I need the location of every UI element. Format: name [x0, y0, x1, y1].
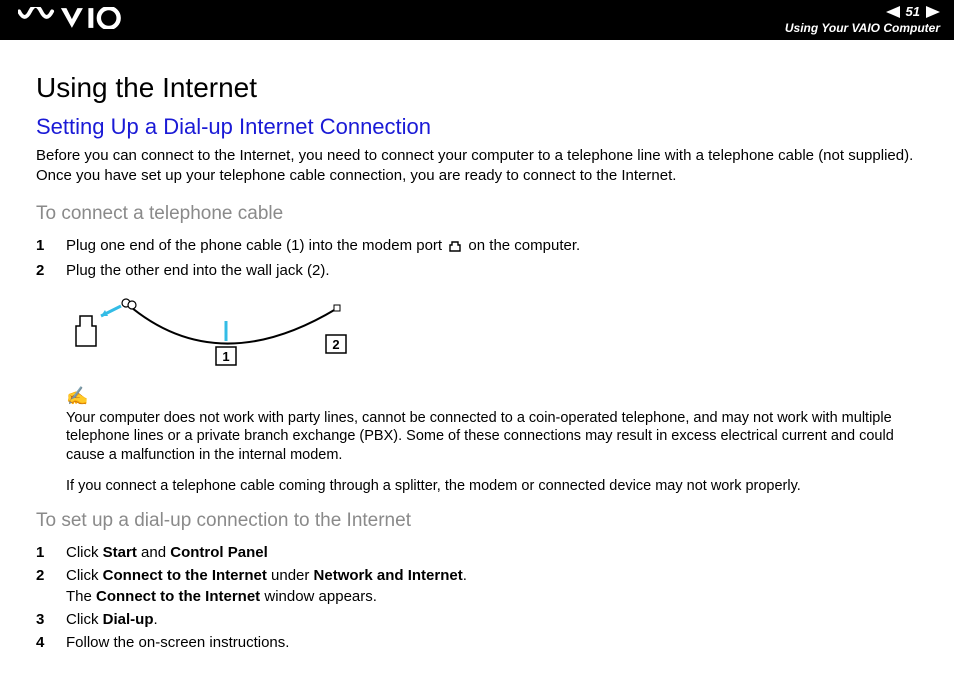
- note-block: ✍ Your computer does not work with party…: [66, 386, 918, 496]
- list-item: 1 Plug one end of the phone cable (1) in…: [36, 235, 918, 258]
- procedure-2-steps: 1 Click Start and Control Panel 2 Click …: [36, 542, 918, 653]
- header-bar: 51 Using Your VAIO Computer: [0, 0, 954, 40]
- intro-paragraph: Before you can connect to the Internet, …: [36, 146, 918, 187]
- diagram-label-1: 1: [222, 349, 229, 364]
- section-title: Using Your VAIO Computer: [785, 22, 940, 35]
- list-item: 2 Click Connect to the Internet under Ne…: [36, 565, 918, 607]
- diagram-label-2: 2: [332, 337, 339, 352]
- page-content: Using the Internet Setting Up a Dial-up …: [0, 40, 954, 683]
- header-right: 51 Using Your VAIO Computer: [785, 5, 940, 34]
- page-nav: 51: [886, 5, 940, 19]
- step-number: 1: [36, 542, 66, 563]
- step-number: 2: [36, 260, 66, 281]
- cable-diagram: 1 2: [66, 291, 918, 376]
- step-number: 3: [36, 609, 66, 630]
- list-item: 4 Follow the on-screen instructions.: [36, 632, 918, 653]
- page-number: 51: [906, 5, 920, 19]
- procedure-title-2: To set up a dial-up connection to the In…: [36, 510, 918, 532]
- step-text: Click Start and Control Panel: [66, 542, 918, 563]
- step-text: Click Dial-up.: [66, 609, 918, 630]
- step-text: Plug one end of the phone cable (1) into…: [66, 235, 918, 258]
- step-number: 4: [36, 632, 66, 653]
- list-item: 2 Plug the other end into the wall jack …: [36, 260, 918, 281]
- note-text-2: If you connect a telephone cable coming …: [66, 477, 918, 496]
- list-item: 3 Click Dial-up.: [36, 609, 918, 630]
- step-text: Plug the other end into the wall jack (2…: [66, 260, 918, 281]
- modem-port-icon: [448, 237, 462, 258]
- note-text-1: Your computer does not work with party l…: [66, 409, 918, 466]
- list-item: 1 Click Start and Control Panel: [36, 542, 918, 563]
- vaio-logo: [18, 7, 128, 34]
- step-text: Follow the on-screen instructions.: [66, 632, 918, 653]
- procedure-1-steps: 1 Plug one end of the phone cable (1) in…: [36, 235, 918, 281]
- procedure-title-1: To connect a telephone cable: [36, 203, 918, 225]
- step-number: 1: [36, 235, 66, 258]
- subsection-title: Setting Up a Dial-up Internet Connection: [36, 114, 918, 140]
- next-page-arrow-icon[interactable]: [926, 6, 940, 18]
- note-icon: ✍: [66, 386, 918, 407]
- page-title: Using the Internet: [36, 72, 918, 104]
- step-text: Click Connect to the Internet under Netw…: [66, 565, 918, 607]
- step-number: 2: [36, 565, 66, 607]
- prev-page-arrow-icon[interactable]: [886, 6, 900, 18]
